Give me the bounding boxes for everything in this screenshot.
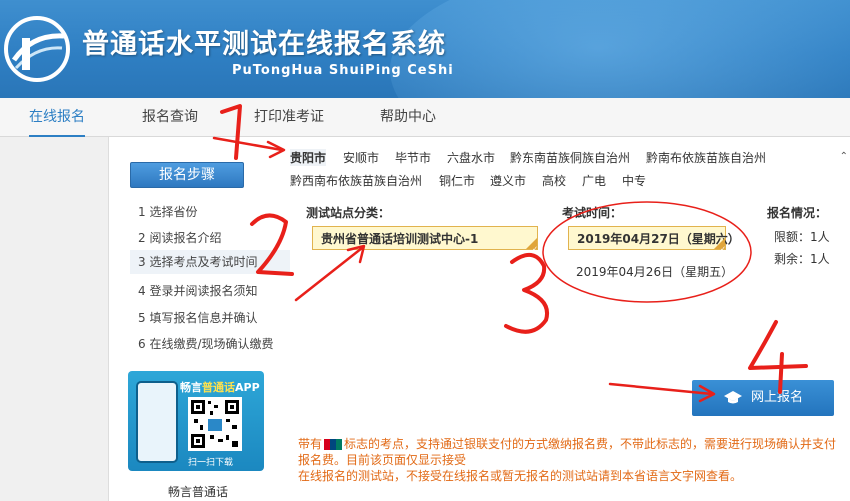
header-banner: 普通话水平测试在线报名系统 PuTongHua ShuiPing CeShi — [0, 0, 850, 98]
step-item: 5 填写报名信息并确认 — [138, 311, 258, 325]
city-tab[interactable]: 高校 — [542, 172, 566, 189]
apply-online-button[interactable]: 网上报名 — [692, 380, 834, 416]
city-tab-selected[interactable]: 贵阳市 — [290, 149, 327, 166]
status-label: 报名情况： — [767, 206, 828, 220]
unionpay-icon — [324, 439, 343, 450]
city-tab[interactable]: 中专 — [622, 172, 646, 189]
quota-limit: 限额：1人 — [774, 230, 830, 244]
city-tab[interactable]: 黔南布依族苗族自治州 — [646, 149, 766, 166]
phone-icon — [136, 381, 178, 463]
nav-print-admission[interactable]: 打印准考证 — [254, 98, 324, 136]
city-tab[interactable]: 广电 — [582, 172, 606, 189]
app-name: 畅言普通话APP — [180, 381, 260, 394]
site-category-label: 测试站点分类： — [306, 206, 391, 220]
collapse-caret-icon[interactable]: ⌃ — [840, 151, 848, 162]
step-item: 2 阅读报名介绍 — [138, 231, 222, 245]
nav-registration-query[interactable]: 报名查询 — [142, 98, 198, 136]
nav-online-registration[interactable]: 在线报名 — [29, 98, 85, 137]
exam-date-selected[interactable]: 2019年04月27日（星期六） — [568, 226, 740, 261]
app-download-card[interactable]: 畅言普通话APP 扫一扫下载 — [128, 371, 264, 471]
exam-date-option[interactable]: 2019年04月26日（星期五） — [576, 263, 733, 280]
notice-text: 带有 标志的考点，支持通过银联支付的方式缴纳报名费，不带此标志的，需要进行现场确认… — [298, 437, 837, 483]
registration-form: 测试站点分类： 贵州省普通话培训测试中心-1 考试时间： 2019年04月27日… — [282, 192, 850, 428]
city-tab[interactable]: 毕节市 — [395, 149, 431, 166]
banner-decoration — [390, 0, 850, 98]
site-option-selected[interactable]: 贵州省普通话培训测试中心-1 — [312, 226, 538, 261]
city-tab[interactable]: 黔西南布依族苗族自治州 — [290, 172, 422, 189]
top-nav: 在线报名 报名查询 打印准考证 帮助中心 — [0, 98, 850, 137]
selected-check-icon — [714, 237, 726, 261]
city-tab[interactable]: 六盘水市 — [447, 149, 495, 166]
steps-header-button[interactable]: 报名步骤 — [130, 162, 244, 188]
page-title: 普通话水平测试在线报名系统 — [82, 29, 446, 60]
step-item: 4 登录并阅读报名须知 — [138, 284, 258, 298]
app-caption[interactable]: 畅言普通话 — [168, 483, 228, 500]
city-tab[interactable]: 安顺市 — [343, 149, 379, 166]
city-tab[interactable]: 遵义市 — [490, 172, 526, 189]
left-blank-panel — [0, 137, 109, 501]
city-tabs: 贵阳市 安顺市 毕节市 六盘水市 黔东南苗族侗族自治州 黔南布依族苗族自治州 黔… — [282, 143, 850, 191]
graduation-cap-icon — [723, 390, 742, 403]
step-item: 1 选择省份 — [138, 205, 198, 219]
step-item-current: 3 选择考点及考试时间 — [130, 250, 290, 274]
steps-sidebar: 报名步骤 1 选择省份 2 阅读报名介绍 3 选择考点及考试时间 4 登录并阅读… — [110, 137, 290, 501]
nav-help-center[interactable]: 帮助中心 — [380, 98, 436, 136]
city-tab[interactable]: 铜仁市 — [439, 172, 475, 189]
psc-logo-icon — [4, 16, 70, 82]
step-item: 6 在线缴费/现场确认缴费 — [138, 337, 274, 351]
page-subtitle: PuTongHua ShuiPing CeShi — [232, 63, 454, 78]
qr-code-icon — [188, 397, 242, 451]
scan-tip: 扫一扫下载 — [188, 458, 234, 468]
selected-check-icon — [526, 237, 538, 261]
exam-time-label: 考试时间： — [562, 206, 623, 220]
city-tab[interactable]: 黔东南苗族侗族自治州 — [510, 149, 630, 166]
quota-remaining: 剩余：1人 — [774, 252, 830, 266]
